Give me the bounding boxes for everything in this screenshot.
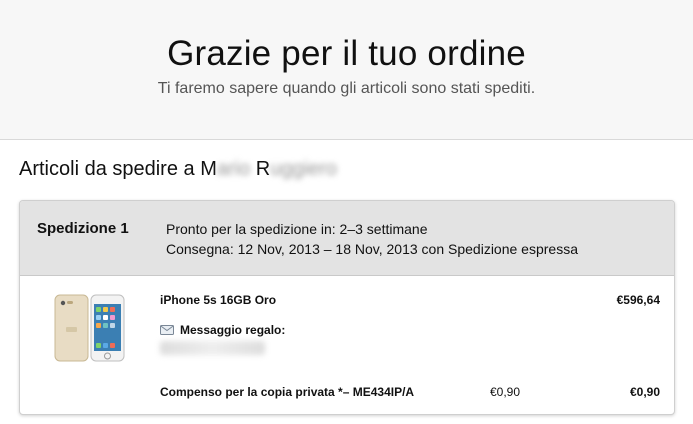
gift-message-label: Messaggio regalo: (180, 323, 286, 337)
shipment-title: Spedizione 1 (37, 220, 129, 237)
iphone-product-icon (54, 294, 125, 362)
envelope-icon (160, 325, 174, 335)
shipment-ready-time: Pronto per la spedizione in: 2–3 settima… (166, 221, 428, 237)
fee-unit-price: €0,90 (490, 385, 521, 399)
fee-name: Compenso per la copia privata *– ME434IP… (160, 385, 415, 399)
confirmation-header: Grazie per il tuo ordine Ti faremo saper… (0, 0, 693, 140)
recipient-last-name-redacted: uggiero (270, 158, 337, 180)
product-price: €596,64 (616, 293, 660, 307)
recipient-prefix: Articoli da spedire a M (19, 158, 217, 180)
fee-total: €0,90 (629, 385, 660, 399)
shipment-header: Spedizione 1 Pronto per la spedizione in… (20, 201, 674, 276)
gift-message-row: Messaggio regalo: (160, 323, 285, 337)
recipient-heading: Articoli da spedire a Mario Ruggiero (19, 158, 337, 181)
product-name: iPhone 5s 16GB Oro (160, 293, 277, 307)
shipment-card: Spedizione 1 Pronto per la spedizione in… (19, 200, 675, 415)
shipment-delivery-window: Consegna: 12 Nov, 2013 – 18 Nov, 2013 co… (166, 241, 578, 257)
recipient-first-name-redacted: ario (216, 158, 251, 180)
page-title: Grazie per il tuo ordine (167, 34, 526, 73)
recipient-middle: R (250, 158, 271, 180)
page-subtitle: Ti faremo sapere quando gli articoli son… (157, 80, 536, 97)
gift-message-redacted (160, 341, 265, 355)
